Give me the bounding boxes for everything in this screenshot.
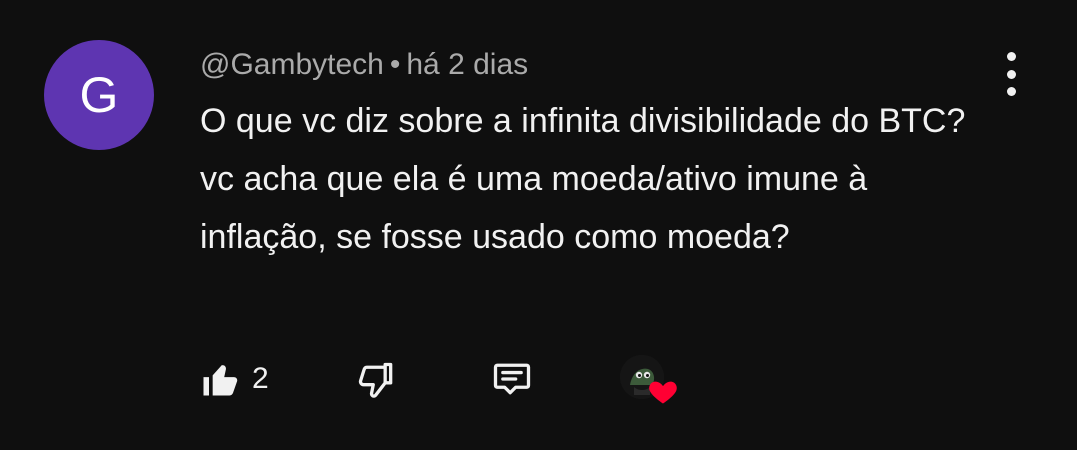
like-button[interactable] <box>198 357 242 401</box>
like-count: 2 <box>252 362 269 395</box>
more-vert-icon[interactable] <box>996 52 1026 96</box>
author-avatar[interactable]: G <box>44 40 154 150</box>
reply-comment-icon <box>493 363 531 395</box>
thumb-down-icon <box>358 362 393 398</box>
comment-timestamp[interactable]: há 2 dias <box>406 48 528 81</box>
creator-heart-badge <box>620 355 680 407</box>
thumb-up-filled-icon <box>203 365 238 396</box>
reply-button[interactable] <box>490 357 534 401</box>
comment-text: O que vc diz sobre a infinita divisibili… <box>200 102 966 256</box>
creator-heart-icon <box>649 381 677 404</box>
author-name[interactable]: @Gambytech <box>200 48 384 81</box>
comment-thread: G @Gambytech • há 2 dias O que vc diz sobr… <box>0 0 1077 450</box>
comment-header: @Gambytech • há 2 dias <box>200 45 528 85</box>
comment-actions: 2 <box>198 355 718 405</box>
avatar-letter: G <box>79 67 119 123</box>
header-separator: • <box>389 48 401 81</box>
dislike-button[interactable] <box>354 359 398 403</box>
